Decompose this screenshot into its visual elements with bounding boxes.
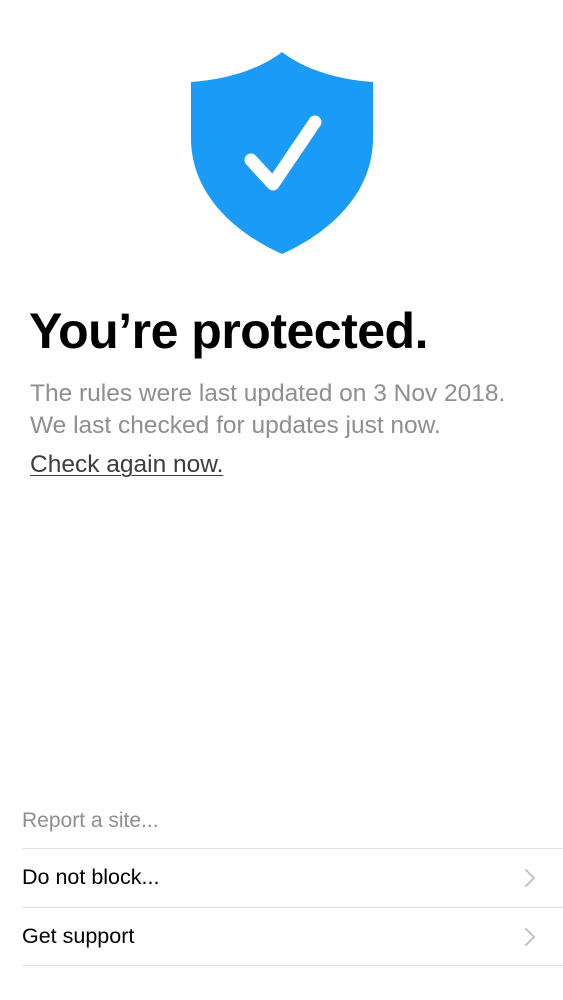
divider	[22, 965, 563, 966]
check-again-link[interactable]: Check again now.	[30, 449, 223, 481]
shield-checkmark-icon	[191, 52, 373, 254]
page-title: You’re protected.	[29, 303, 428, 359]
update-status: The rules were last updated on 3 Nov 201…	[30, 378, 550, 442]
get-support-label: Get support	[22, 924, 135, 948]
chevron-right-icon	[525, 928, 535, 946]
last-updated-text: The rules were last updated on 3 Nov 201…	[30, 380, 506, 407]
report-site-button[interactable]: Report a site...	[22, 806, 159, 836]
chevron-right-icon	[525, 869, 535, 887]
get-support-row[interactable]: Get support	[22, 908, 563, 966]
last-checked-text: We last checked for updates just now.	[30, 412, 441, 439]
do-not-block-row[interactable]: Do not block...	[22, 849, 563, 907]
do-not-block-label: Do not block...	[22, 865, 160, 889]
